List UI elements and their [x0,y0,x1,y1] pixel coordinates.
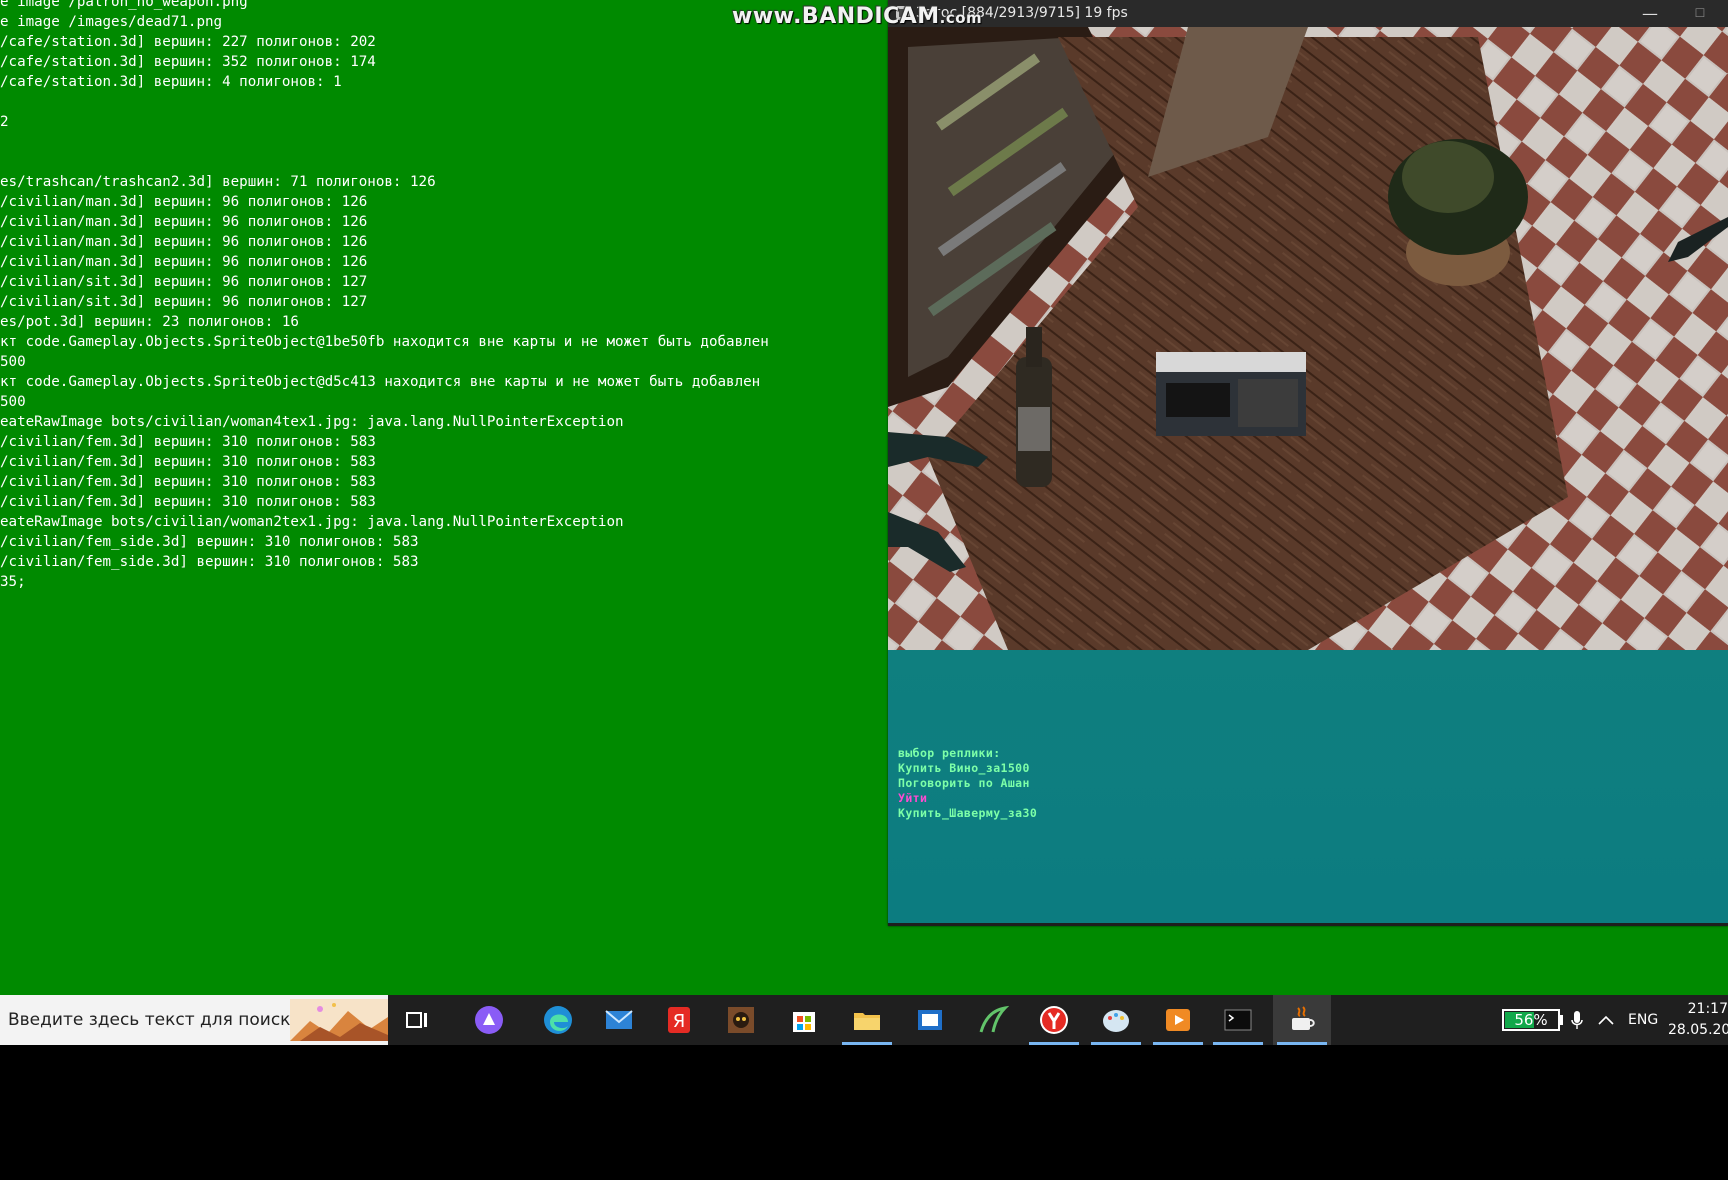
dialog-option[interactable]: Поговорить по Ашан [898,776,1037,791]
edge-icon[interactable] [529,995,587,1045]
battery-cap [1560,1015,1563,1025]
dialog-option[interactable]: Купить_Шаверму_за30 [898,806,1037,821]
console-line: es/trashcan/trashcan2.3d] вершин: 71 пол… [0,174,436,190]
console-line: 35; [0,574,26,590]
game-viewport[interactable] [888,27,1728,650]
console-line: 500 [0,354,26,370]
file-explorer-icon[interactable] [838,995,896,1045]
search-decoration-icon [290,999,388,1041]
game-window[interactable]: Загос [884/2913/9715] 19 fps — ☐ выбор р… [888,0,1728,926]
dialog-panel: выбор реплики: Купить Вино_за1500 Поговор… [888,650,1728,923]
console-line: /cafe/station.3d] вершин: 4 полигонов: 1 [0,74,342,90]
console-line: 500 [0,394,26,410]
dialog-options: выбор реплики: Купить Вино_за1500 Поговор… [898,746,1037,821]
battery-percent: 56% [1514,1011,1548,1029]
java-icon[interactable] [1273,995,1331,1045]
svg-text:Я: Я [673,1011,686,1032]
console-line: /civilian/man.3d] вершин: 96 полигонов: … [0,254,368,270]
console-line: /cafe/station.3d] вершин: 352 полигонов:… [0,54,376,70]
console-line: /civilian/fem_side.3d] вершин: 310 полиг… [0,554,419,570]
game-scene [888,27,1728,650]
store-icon[interactable] [775,995,833,1045]
console-line: /civilian/sit.3d] вершин: 96 полигонов: … [0,274,368,290]
title-bar[interactable]: Загос [884/2913/9715] 19 fps — ☐ [888,0,1728,27]
clock[interactable]: 21:17 28.05.20 [1668,999,1728,1041]
console-line: /civilian/fem.3d] вершин: 310 полигонов:… [0,454,376,470]
maximize-button[interactable]: ☐ [1678,0,1722,27]
console-line: es/pot.3d] вершин: 23 полигонов: 16 [0,314,299,330]
word-pad-icon[interactable] [901,995,959,1045]
console-line: /civilian/sit.3d] вершин: 96 полигонов: … [0,294,368,310]
console-line: eateRawImage bots/civilian/woman2tex1.jp… [0,514,624,530]
media-player-icon[interactable] [1149,995,1207,1045]
console-line: /civilian/man.3d] вершин: 96 полигонов: … [0,194,368,210]
terminal-icon[interactable] [1209,995,1267,1045]
yandex-browser-icon[interactable] [1025,995,1083,1045]
minimize-button[interactable]: — [1628,0,1672,27]
app-leaf-icon[interactable] [964,995,1022,1045]
console-line: 2 [0,114,9,130]
console-line: кт code.Gameplay.Objects.SpriteObject@1b… [0,334,769,350]
game-avatar-icon[interactable] [712,995,770,1045]
watermark-main: www.BANDICAM [732,4,940,29]
console-line: /civilian/man.3d] вершин: 96 полигонов: … [0,234,368,250]
battery-indicator[interactable]: 56% [1502,1009,1560,1031]
console-line: eateRawImage bots/civilian/woman4tex1.jp… [0,414,624,430]
task-view-icon[interactable] [388,995,446,1045]
console-line: /civilian/fem.3d] вершин: 310 полигонов:… [0,434,376,450]
dialog-option[interactable]: Уйти [898,791,1037,806]
yandex-icon[interactable]: Я [650,995,708,1045]
clock-date: 28.05.20 [1668,1022,1728,1038]
language-indicator[interactable]: ENG [1628,995,1658,1045]
mail-icon[interactable] [590,995,648,1045]
desktop: e image /patron_no_weapon.png e image /im… [0,0,1728,995]
chevron-up-icon[interactable] [1596,1008,1616,1032]
dialog-option[interactable]: Купить Вино_за1500 [898,761,1037,776]
microphone-icon[interactable] [1570,1008,1584,1032]
dialog-header: выбор реплики: [898,746,1001,760]
console-line: /civilian/man.3d] вершин: 96 полигонов: … [0,214,368,230]
console-line: /civilian/fem.3d] вершин: 310 полигонов:… [0,494,376,510]
console-line: /cafe/station.3d] вершин: 227 полигонов:… [0,34,376,50]
watermark-suffix: .com [939,9,983,27]
console-line: /civilian/fem.3d] вершин: 310 полигонов:… [0,474,376,490]
paint-icon[interactable] [1087,995,1145,1045]
console-line: /civilian/fem_side.3d] вершин: 310 полиг… [0,534,419,550]
search-placeholder: Введите здесь текст для поиска [8,1010,301,1030]
console-output: e image /patron_no_weapon.png e image /im… [0,0,880,692]
alice-icon[interactable] [460,995,518,1045]
clock-time: 21:17 [1687,1001,1728,1017]
console-line: кт code.Gameplay.Objects.SpriteObject@d5… [0,374,761,390]
bandicam-watermark: www.BANDICAM.com [732,4,982,29]
taskbar: Введите здесь текст для поиска Я 56% ENG… [0,995,1728,1045]
taskbar-search[interactable]: Введите здесь текст для поиска [0,995,388,1045]
